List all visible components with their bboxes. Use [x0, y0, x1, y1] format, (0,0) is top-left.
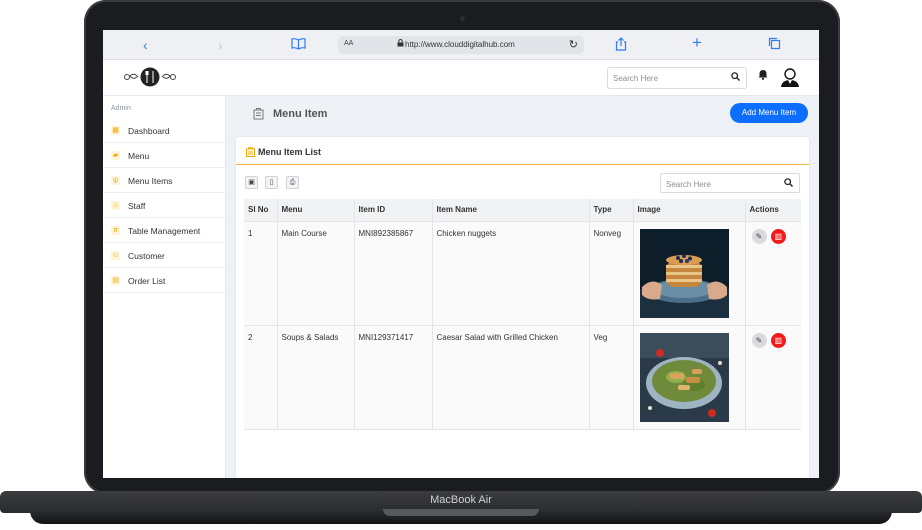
tabs-icon[interactable]	[768, 37, 781, 53]
sidebar-section-label: Admin	[111, 105, 131, 112]
cell-type: Veg	[589, 325, 634, 430]
list-icon	[246, 147, 255, 159]
column-header-item-id[interactable]: Item ID	[354, 199, 433, 222]
caesar-salad-photo	[639, 332, 729, 422]
sidebar: Admin ▦ Dashboard ▰ Menu ψ Menu Items ⌂ …	[103, 96, 226, 478]
menu-item-table: Sl No Menu Item ID Item Name Type Image …	[244, 199, 801, 430]
reload-icon[interactable]: ↻	[569, 38, 578, 51]
column-header-menu[interactable]: Menu	[277, 199, 355, 222]
menu-item-list-card: Menu Item List ▣ ▯ ⎙ Search Here Sl No M…	[236, 137, 809, 478]
cell-menu: Soups & Salads	[277, 325, 355, 430]
sidebar-item-staff[interactable]: ⌂ Staff	[103, 193, 226, 218]
avatar[interactable]	[779, 66, 801, 88]
cell-type: Nonveg	[589, 221, 634, 326]
delete-button[interactable]: ▥	[770, 228, 786, 244]
edit-button[interactable]: ✎	[751, 332, 767, 348]
table-row: 2 Soups & Salads MNI129371417 Caesar Sal…	[244, 325, 801, 430]
search-icon[interactable]	[784, 178, 793, 189]
copy-button[interactable]: ▣	[245, 176, 258, 189]
sidebar-item-menu[interactable]: ▰ Menu	[103, 143, 226, 168]
card-header: Menu Item List	[236, 137, 809, 165]
delete-button[interactable]: ▥	[770, 332, 786, 348]
column-header-item-name[interactable]: Item Name	[432, 199, 590, 222]
browser-toolbar: ‹ › AA http://www.clouddigitalhub.com ↻ …	[103, 30, 819, 60]
add-menu-item-button[interactable]: Add Menu Item	[730, 103, 808, 123]
sidebar-item-customer[interactable]: ☺ Customer	[103, 243, 226, 268]
cell-item-id: MNI129371417	[354, 325, 433, 430]
column-header-type[interactable]: Type	[589, 199, 634, 222]
book-icon: ▰	[111, 151, 120, 160]
user-icon: ☺	[111, 251, 120, 260]
screen: ‹ › AA http://www.clouddigitalhub.com ↻ …	[103, 30, 819, 478]
sidebar-item-dashboard[interactable]: ▦ Dashboard	[103, 118, 226, 143]
sidebar-item-table-management[interactable]: π Table Management	[103, 218, 226, 243]
page-title: Menu Item	[273, 108, 328, 120]
export-button[interactable]: ▯	[265, 176, 278, 189]
cell-image	[633, 221, 746, 326]
table-row: 1 Main Course MNI892385867 Chicken nugge…	[244, 221, 801, 326]
camera-icon	[460, 16, 465, 21]
cell-sl-no: 1	[244, 221, 278, 326]
back-icon[interactable]: ‹	[143, 37, 148, 53]
text-size-button[interactable]: AA	[344, 40, 353, 47]
new-tab-icon[interactable]: +	[692, 34, 702, 51]
share-icon[interactable]	[615, 37, 627, 54]
column-header-actions: Actions	[745, 199, 801, 222]
header-search-placeholder: Search Here	[613, 74, 658, 83]
table-icon: π	[111, 226, 120, 235]
cell-actions: ✎ ▥	[745, 325, 801, 430]
header-search-input[interactable]: Search Here	[607, 67, 747, 89]
app-header: Search Here	[103, 60, 819, 96]
bell-icon[interactable]	[758, 69, 768, 83]
sidebar-item-label: Staff	[128, 201, 146, 211]
column-header-image[interactable]: Image	[633, 199, 746, 222]
sidebar-item-menu-items[interactable]: ψ Menu Items	[103, 168, 226, 193]
sidebar-item-label: Dashboard	[128, 126, 170, 136]
bookmarks-icon[interactable]	[291, 37, 306, 53]
forward-icon[interactable]: ›	[218, 37, 223, 53]
lock-icon	[397, 39, 404, 49]
cell-menu: Main Course	[277, 221, 355, 326]
sidebar-item-label: Menu	[128, 151, 150, 161]
cell-image	[633, 325, 746, 430]
cell-item-name: Caesar Salad with Grilled Chicken	[432, 325, 590, 430]
sidebar-item-label: Table Management	[128, 226, 201, 236]
card-title: Menu Item List	[258, 147, 322, 157]
cell-item-id: MNI892385867	[354, 221, 433, 326]
table-header-row: Sl No Menu Item ID Item Name Type Image …	[244, 199, 801, 222]
menu-item-page-icon	[253, 107, 264, 123]
search-icon[interactable]	[731, 72, 740, 83]
clipboard-icon: ▤	[111, 276, 120, 285]
edit-button[interactable]: ✎	[751, 228, 767, 244]
sidebar-item-label: Customer	[128, 251, 165, 261]
cell-item-name: Chicken nuggets	[432, 221, 590, 326]
cell-sl-no: 2	[244, 325, 278, 430]
chef-hat-icon: ⌂	[111, 201, 120, 210]
laptop-frame: MacBook Air ‹ › AA http://www.clouddigit…	[0, 0, 922, 530]
print-button[interactable]: ⎙	[286, 176, 299, 189]
device-label: MacBook Air	[430, 494, 492, 506]
sidebar-item-order-list[interactable]: ▤ Order List	[103, 268, 226, 293]
pancake-stack-photo	[639, 228, 729, 318]
sidebar-item-label: Menu Items	[128, 176, 173, 186]
laptop-notch	[383, 509, 539, 516]
sidebar-item-label: Order List	[128, 276, 166, 286]
logo-icon	[124, 67, 176, 87]
column-header-sl-no[interactable]: Sl No	[244, 199, 278, 222]
grid-icon: ▦	[111, 126, 120, 135]
address-bar[interactable]: AA http://www.clouddigitalhub.com ↻	[338, 36, 584, 54]
table-search-placeholder: Search Here	[666, 180, 711, 189]
table-search-input[interactable]: Search Here	[660, 173, 800, 193]
cutlery-icon: ψ	[111, 176, 120, 185]
url-text: http://www.clouddigitalhub.com	[405, 40, 515, 49]
cell-actions: ✎ ▥	[745, 221, 801, 326]
